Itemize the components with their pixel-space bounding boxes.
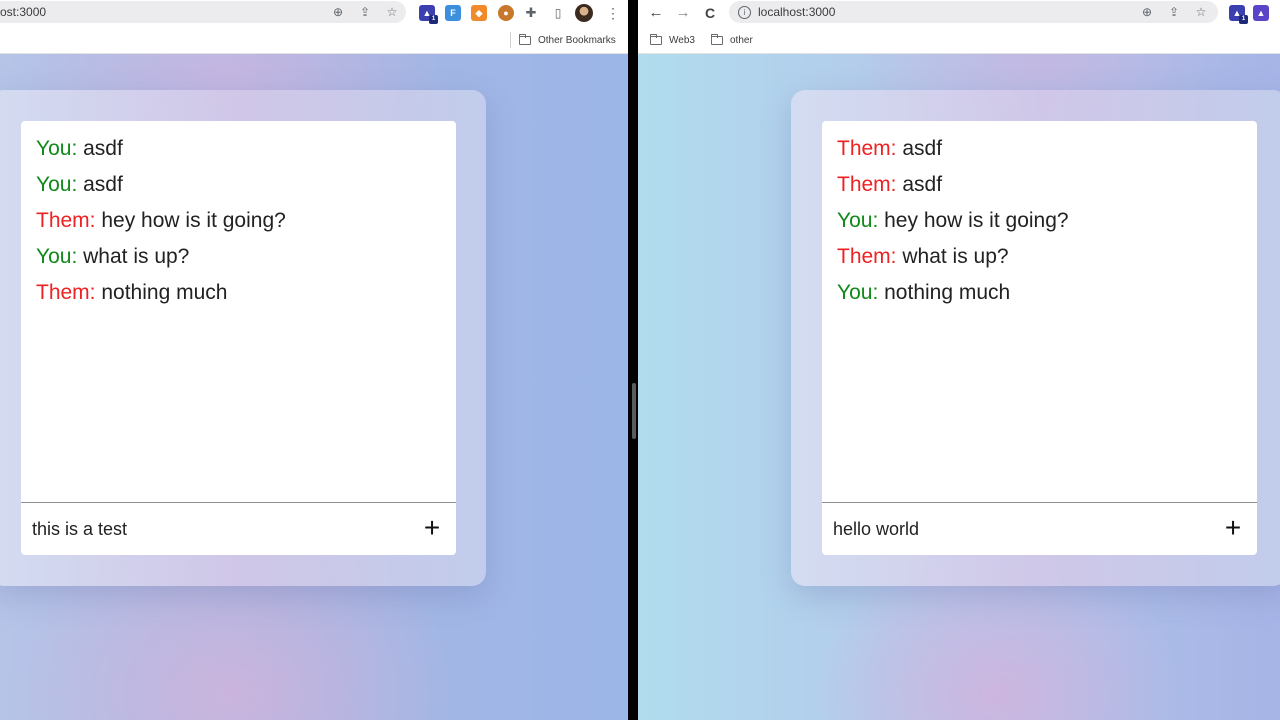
message-composer: +: [822, 502, 1257, 555]
bookmark-label: Other Bookmarks: [538, 34, 616, 46]
message-sender: Them:: [837, 245, 897, 268]
star-icon[interactable]: ☆: [385, 5, 399, 19]
add-message-button[interactable]: +: [1223, 514, 1243, 542]
message-text: what is up?: [83, 245, 190, 268]
star-icon[interactable]: ☆: [1194, 5, 1208, 19]
message-sender: You:: [36, 245, 78, 268]
chat-card: Them: asdf Them: asdf You: hey how is it…: [791, 90, 1280, 586]
share-icon[interactable]: ⇪: [1167, 5, 1181, 19]
extension-icon[interactable]: ▲: [1253, 5, 1269, 21]
back-icon[interactable]: ←: [647, 4, 665, 22]
message-text: asdf: [83, 173, 123, 196]
message-sender: Them:: [837, 137, 897, 160]
folder-icon: [711, 33, 723, 45]
message-sender: You:: [36, 173, 78, 196]
address-bar-url: ost:3000: [0, 5, 47, 19]
page-viewport: You: asdf You: asdf Them: hey how is it …: [0, 54, 628, 720]
message-list: Them: asdf Them: asdf You: hey how is it…: [837, 135, 1247, 495]
folder-icon: [519, 33, 531, 45]
address-bar-url: localhost:3000: [758, 5, 836, 19]
split-divider: [628, 0, 638, 720]
message-input[interactable]: [32, 517, 392, 541]
f-extension-icon[interactable]: F: [445, 5, 461, 21]
message-sender: Them:: [837, 173, 897, 196]
page-viewport: Them: asdf Them: asdf You: hey how is it…: [638, 54, 1280, 720]
forward-icon[interactable]: →: [674, 4, 692, 22]
message: Them: asdf: [837, 171, 1247, 207]
add-message-button[interactable]: +: [422, 514, 442, 542]
browser-toolbar: ost:3000 ⊕ ⇪ ☆ ▲ 1 F ◆ ● ✚ ▯ ⋮: [0, 0, 628, 26]
share-icon[interactable]: ⇪: [358, 5, 372, 19]
message-sender: You:: [837, 209, 879, 232]
message-text: nothing much: [884, 281, 1011, 304]
kebab-menu-icon[interactable]: ⋮: [606, 5, 620, 21]
reload-icon[interactable]: C: [701, 4, 719, 22]
side-panel-icon[interactable]: ▯: [551, 6, 565, 20]
bookmark-label: other: [730, 34, 753, 46]
message-text: what is up?: [902, 245, 1009, 268]
metamask-fox-icon[interactable]: ◆: [471, 5, 487, 21]
message: You: nothing much: [837, 279, 1247, 315]
chat-panel: Them: asdf Them: asdf You: hey how is it…: [822, 121, 1257, 555]
bookmark-folder-other[interactable]: other: [711, 33, 753, 47]
split-resize-handle[interactable]: [632, 383, 636, 439]
graduation-cap-extension-icon[interactable]: ▲ 1: [1229, 5, 1248, 24]
message: You: what is up?: [36, 243, 446, 279]
puzzle-piece-icon[interactable]: ✚: [524, 6, 538, 20]
message: Them: hey how is it going?: [36, 207, 446, 243]
zoom-icon[interactable]: ⊕: [1140, 5, 1154, 19]
right-browser-window: ← → C i localhost:3000 ⊕ ⇪ ☆ ▲ 1 ▲ Web3 o…: [638, 0, 1280, 720]
chat-card: You: asdf You: asdf Them: hey how is it …: [0, 90, 486, 586]
graduation-cap-extension-icon[interactable]: ▲ 1: [419, 5, 438, 24]
message-text: hey how is it going?: [884, 209, 1069, 232]
message: You: hey how is it going?: [837, 207, 1247, 243]
message-text: hey how is it going?: [101, 209, 286, 232]
message-list: You: asdf You: asdf Them: hey how is it …: [36, 135, 446, 495]
message-text: asdf: [902, 137, 943, 160]
site-info-icon[interactable]: i: [738, 6, 751, 19]
message-sender: Them:: [36, 209, 96, 232]
message-text: asdf: [902, 173, 943, 196]
message-sender: You:: [36, 137, 78, 160]
message: You: asdf: [36, 171, 446, 207]
message-input[interactable]: [833, 517, 1193, 541]
message-sender: You:: [837, 281, 879, 304]
bookmark-label: Web3: [669, 34, 695, 46]
message-sender: Them:: [36, 281, 96, 304]
message: Them: what is up?: [837, 243, 1247, 279]
message-text: asdf: [83, 137, 123, 160]
message-text: nothing much: [101, 281, 228, 304]
bookmarks-separator: [510, 32, 511, 48]
folder-icon: [650, 33, 662, 45]
left-browser-window: ost:3000 ⊕ ⇪ ☆ ▲ 1 F ◆ ● ✚ ▯ ⋮ Other Book…: [0, 0, 628, 720]
browser-toolbar: ← → C i localhost:3000 ⊕ ⇪ ☆ ▲ 1 ▲: [638, 0, 1280, 26]
bookmark-folder-web3[interactable]: Web3: [650, 33, 695, 47]
bookmark-folder-other-bookmarks[interactable]: Other Bookmarks: [519, 33, 616, 47]
message: Them: nothing much: [36, 279, 446, 315]
message: You: asdf: [36, 135, 446, 171]
chat-panel: You: asdf You: asdf Them: hey how is it …: [21, 121, 456, 555]
address-bar[interactable]: ost:3000 ⊕ ⇪ ☆: [0, 1, 406, 23]
message: Them: asdf: [837, 135, 1247, 171]
bookmarks-bar: Other Bookmarks: [0, 26, 628, 54]
message-composer: +: [21, 502, 456, 555]
avatar[interactable]: [575, 4, 593, 22]
address-bar[interactable]: i localhost:3000 ⊕ ⇪ ☆: [729, 1, 1218, 23]
bear-extension-icon[interactable]: ●: [498, 5, 514, 21]
bookmarks-bar: Web3 other: [638, 26, 1280, 54]
zoom-icon[interactable]: ⊕: [331, 5, 345, 19]
